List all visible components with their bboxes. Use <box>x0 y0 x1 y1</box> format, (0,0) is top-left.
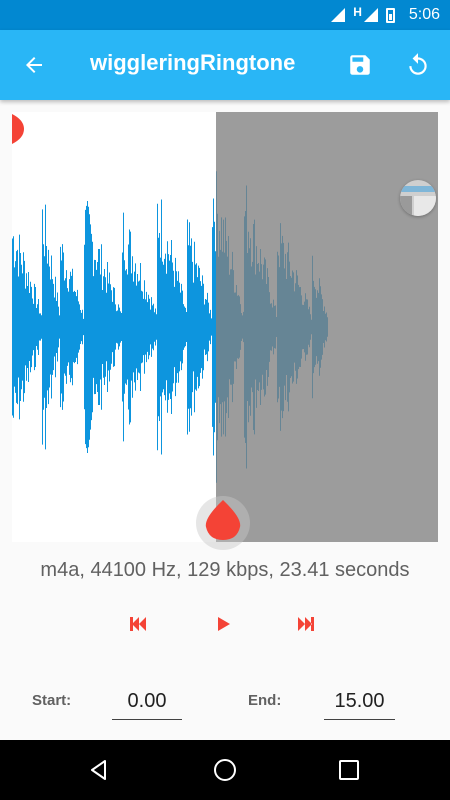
play-button[interactable] <box>203 606 243 642</box>
cell-signal-icon <box>363 8 378 22</box>
network-type-label: H <box>353 5 362 19</box>
home-circle-icon <box>214 759 236 781</box>
skip-next-button[interactable] <box>286 606 326 642</box>
playback-controls <box>0 606 450 642</box>
nav-home-button[interactable] <box>205 750 245 790</box>
back-arrow-icon <box>26 57 42 73</box>
status-time: 5:06 <box>408 6 440 23</box>
waveform-view[interactable] <box>12 112 438 542</box>
skip-previous-button[interactable] <box>118 606 158 642</box>
start-time-field[interactable]: 0.00 <box>112 684 182 720</box>
nav-back-button[interactable] <box>79 750 119 790</box>
back-button[interactable] <box>14 45 54 85</box>
status-bar: H 5:06 <box>0 0 450 30</box>
waveform-thumbnail <box>400 180 436 216</box>
start-label: Start: <box>32 692 72 709</box>
page-title: wiggleringRingtone <box>90 50 296 75</box>
app-bar: wiggleringRingtone <box>0 30 450 100</box>
start-marker-handle[interactable] <box>12 114 24 144</box>
save-icon <box>350 55 370 75</box>
skip-previous-icon <box>130 617 146 631</box>
reset-icon <box>409 53 427 75</box>
skip-next-icon <box>298 617 314 631</box>
play-icon <box>218 617 230 631</box>
navigation-bar <box>0 740 450 800</box>
end-time-field[interactable]: 15.00 <box>324 684 395 720</box>
reset-button[interactable] <box>398 45 438 85</box>
end-marker-handle[interactable] <box>204 500 242 540</box>
battery-icon <box>385 7 395 23</box>
back-triangle-icon <box>91 760 106 780</box>
unselected-region-shade <box>216 112 438 542</box>
nav-recents-button[interactable] <box>329 750 369 790</box>
file-info-text: m4a, 44100 Hz, 129 kbps, 23.41 seconds <box>40 559 410 581</box>
wifi-signal-icon <box>331 8 346 22</box>
recents-square-icon <box>339 760 359 780</box>
end-label: End: <box>248 692 282 709</box>
ringtone-editor-screen: H 5:06 wiggleringRingtone m4a, 44100 Hz,… <box>0 0 450 800</box>
save-button[interactable] <box>340 45 380 85</box>
